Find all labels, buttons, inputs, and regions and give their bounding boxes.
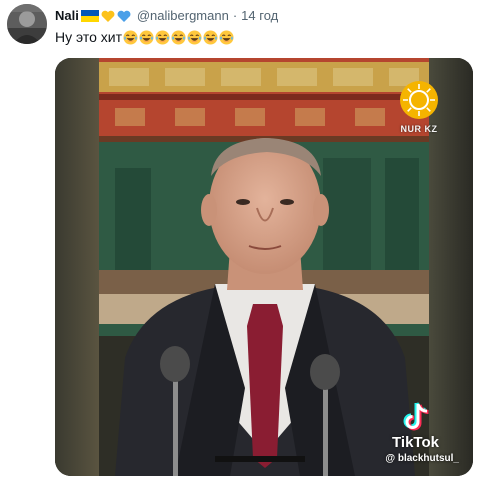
blue-heart-icon bbox=[117, 10, 131, 22]
video-media[interactable]: NUR KZ TikTok @ blackhutsul_ bbox=[55, 58, 473, 476]
source-logo-text: NUR KZ bbox=[400, 124, 438, 134]
tears-of-joy-emoji bbox=[219, 29, 234, 45]
avatar[interactable] bbox=[7, 4, 47, 44]
tweet-card[interactable]: Nali @nalibergmann · 14 год Ну это хит N… bbox=[0, 0, 503, 482]
avatar-image bbox=[7, 4, 47, 44]
tiktok-username: @ blackhutsul_ bbox=[385, 453, 459, 464]
tweet-text: Ну это хит bbox=[55, 27, 235, 47]
source-logo: NUR KZ bbox=[389, 80, 449, 134]
tears-of-joy-emoji bbox=[155, 29, 170, 45]
tweet-header: Nali @nalibergmann · 14 год bbox=[55, 7, 278, 25]
display-name[interactable]: Nali bbox=[55, 7, 79, 25]
tweet-text-content: Ну это хит bbox=[55, 29, 122, 45]
tiktok-watermark: TikTok @ blackhutsul_ bbox=[385, 401, 459, 464]
user-handle[interactable]: @nalibergmann bbox=[137, 7, 229, 25]
tiktok-note-icon bbox=[403, 402, 429, 431]
tears-of-joy-emoji bbox=[203, 29, 218, 45]
tears-of-joy-emoji bbox=[123, 29, 138, 45]
separator-dot: · bbox=[232, 8, 238, 23]
tiktok-logo-group: TikTok bbox=[392, 401, 439, 451]
tears-of-joy-emoji bbox=[187, 29, 202, 45]
tears-of-joy-emoji bbox=[171, 29, 186, 45]
tears-of-joy-emoji bbox=[139, 29, 154, 45]
timestamp[interactable]: 14 год bbox=[241, 7, 278, 25]
sun-logo-icon bbox=[400, 81, 438, 119]
ukraine-flag-icon bbox=[80, 10, 99, 22]
name-emoji-group bbox=[80, 10, 133, 23]
tweet-emoji-row bbox=[123, 29, 235, 45]
yellow-heart-icon bbox=[101, 10, 115, 22]
tiktok-wordmark: TikTok bbox=[392, 434, 439, 451]
